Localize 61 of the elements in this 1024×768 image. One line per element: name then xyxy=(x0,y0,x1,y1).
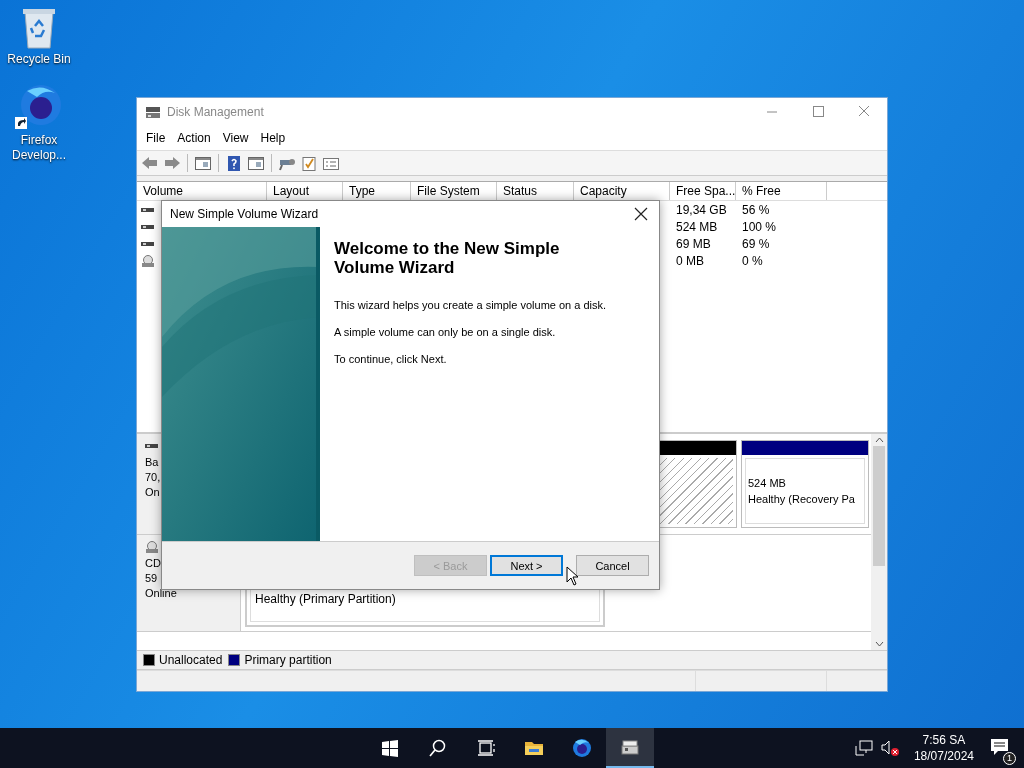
back-arrow-icon[interactable] xyxy=(141,154,159,172)
column-header[interactable]: Free Spa... xyxy=(670,182,736,200)
legend-label: Primary partition xyxy=(244,653,332,667)
disk-label: 59 xyxy=(145,571,159,586)
notification-badge: 1 xyxy=(1003,751,1016,765)
wizard-heading: Welcome to the New Simple Volume Wizard xyxy=(334,239,561,277)
disk-app-icon xyxy=(145,105,161,119)
wizard-text: A simple volume can only be on a single disk. xyxy=(334,326,557,338)
clock[interactable]: 7:56 SA 18/07/2024 xyxy=(913,732,974,764)
partition-text: Healthy (Primary Partition) xyxy=(255,591,397,607)
wizard-text: This wizard helps you create a simple volume on a disk. xyxy=(334,299,608,311)
clock-date: 18/07/2024 xyxy=(913,748,974,764)
forward-arrow-icon[interactable] xyxy=(163,154,181,172)
menu-item[interactable]: Help xyxy=(255,131,291,145)
table-cell-text: 100 % xyxy=(741,219,778,234)
panel-icon[interactable] xyxy=(247,154,265,172)
firefox-icon xyxy=(572,738,592,758)
partition-text: 524 MB xyxy=(748,476,787,491)
desktop-icon-label[interactable]: Firefox Develop... xyxy=(4,133,74,163)
dialog-title: New Simple Volume Wizard xyxy=(170,207,319,221)
legend-label: Unallocated xyxy=(159,653,223,667)
speaker-muted-icon[interactable] xyxy=(879,739,900,757)
network-icon[interactable] xyxy=(853,739,874,757)
notification-icon[interactable] xyxy=(990,737,1010,756)
wizard-button[interactable]: Cancel xyxy=(576,555,649,576)
search-icon xyxy=(428,738,448,758)
table-cell-text: 19,34 GB xyxy=(675,202,728,217)
column-header[interactable]: % Free xyxy=(736,182,827,200)
table-cell-text: 524 MB xyxy=(675,219,719,234)
cd-drive-icon xyxy=(145,541,159,553)
disk-label: 70, xyxy=(145,470,162,485)
disk-label: Online xyxy=(145,586,178,601)
scrollbar[interactable] xyxy=(871,434,887,650)
table-cell-text: 69 % xyxy=(741,236,771,251)
disk-app-icon xyxy=(620,737,640,757)
table-cell-text: 0 MB xyxy=(675,253,705,268)
disk-label: Ba xyxy=(145,455,160,470)
window-title: Disk Management xyxy=(167,105,265,119)
help-icon[interactable] xyxy=(225,154,243,172)
clock-time: 7:56 SA xyxy=(921,732,967,748)
cd-drive-icon xyxy=(141,254,155,267)
desktop-icon-label[interactable]: Recycle Bin xyxy=(4,52,74,67)
scroll-thumb[interactable] xyxy=(873,446,885,566)
mouse-cursor-icon xyxy=(566,566,580,586)
wizard-button[interactable]: Next > xyxy=(490,555,563,576)
menu-item[interactable]: Action xyxy=(172,131,216,145)
menu-item[interactable]: File xyxy=(141,131,171,145)
table-cell-text: 69 MB xyxy=(675,236,712,251)
disk-label: On xyxy=(145,485,161,500)
disk-label: CD xyxy=(145,556,162,571)
checklist-icon[interactable] xyxy=(300,154,318,172)
partition-text: Healthy (Recovery Pa xyxy=(748,492,856,507)
panel-icon[interactable] xyxy=(194,154,212,172)
partition-block[interactable]: 524 MB Healthy (Recovery Pa xyxy=(741,440,869,528)
menu-item[interactable]: View xyxy=(217,131,254,145)
taskbar-button[interactable] xyxy=(606,728,654,768)
task-view-icon xyxy=(476,738,496,758)
table-cell-text: 0 % xyxy=(741,253,764,268)
table-cell-text: 56 % xyxy=(741,202,771,217)
wizard-text: To continue, click Next. xyxy=(334,353,448,365)
windows-start-icon xyxy=(380,738,400,758)
